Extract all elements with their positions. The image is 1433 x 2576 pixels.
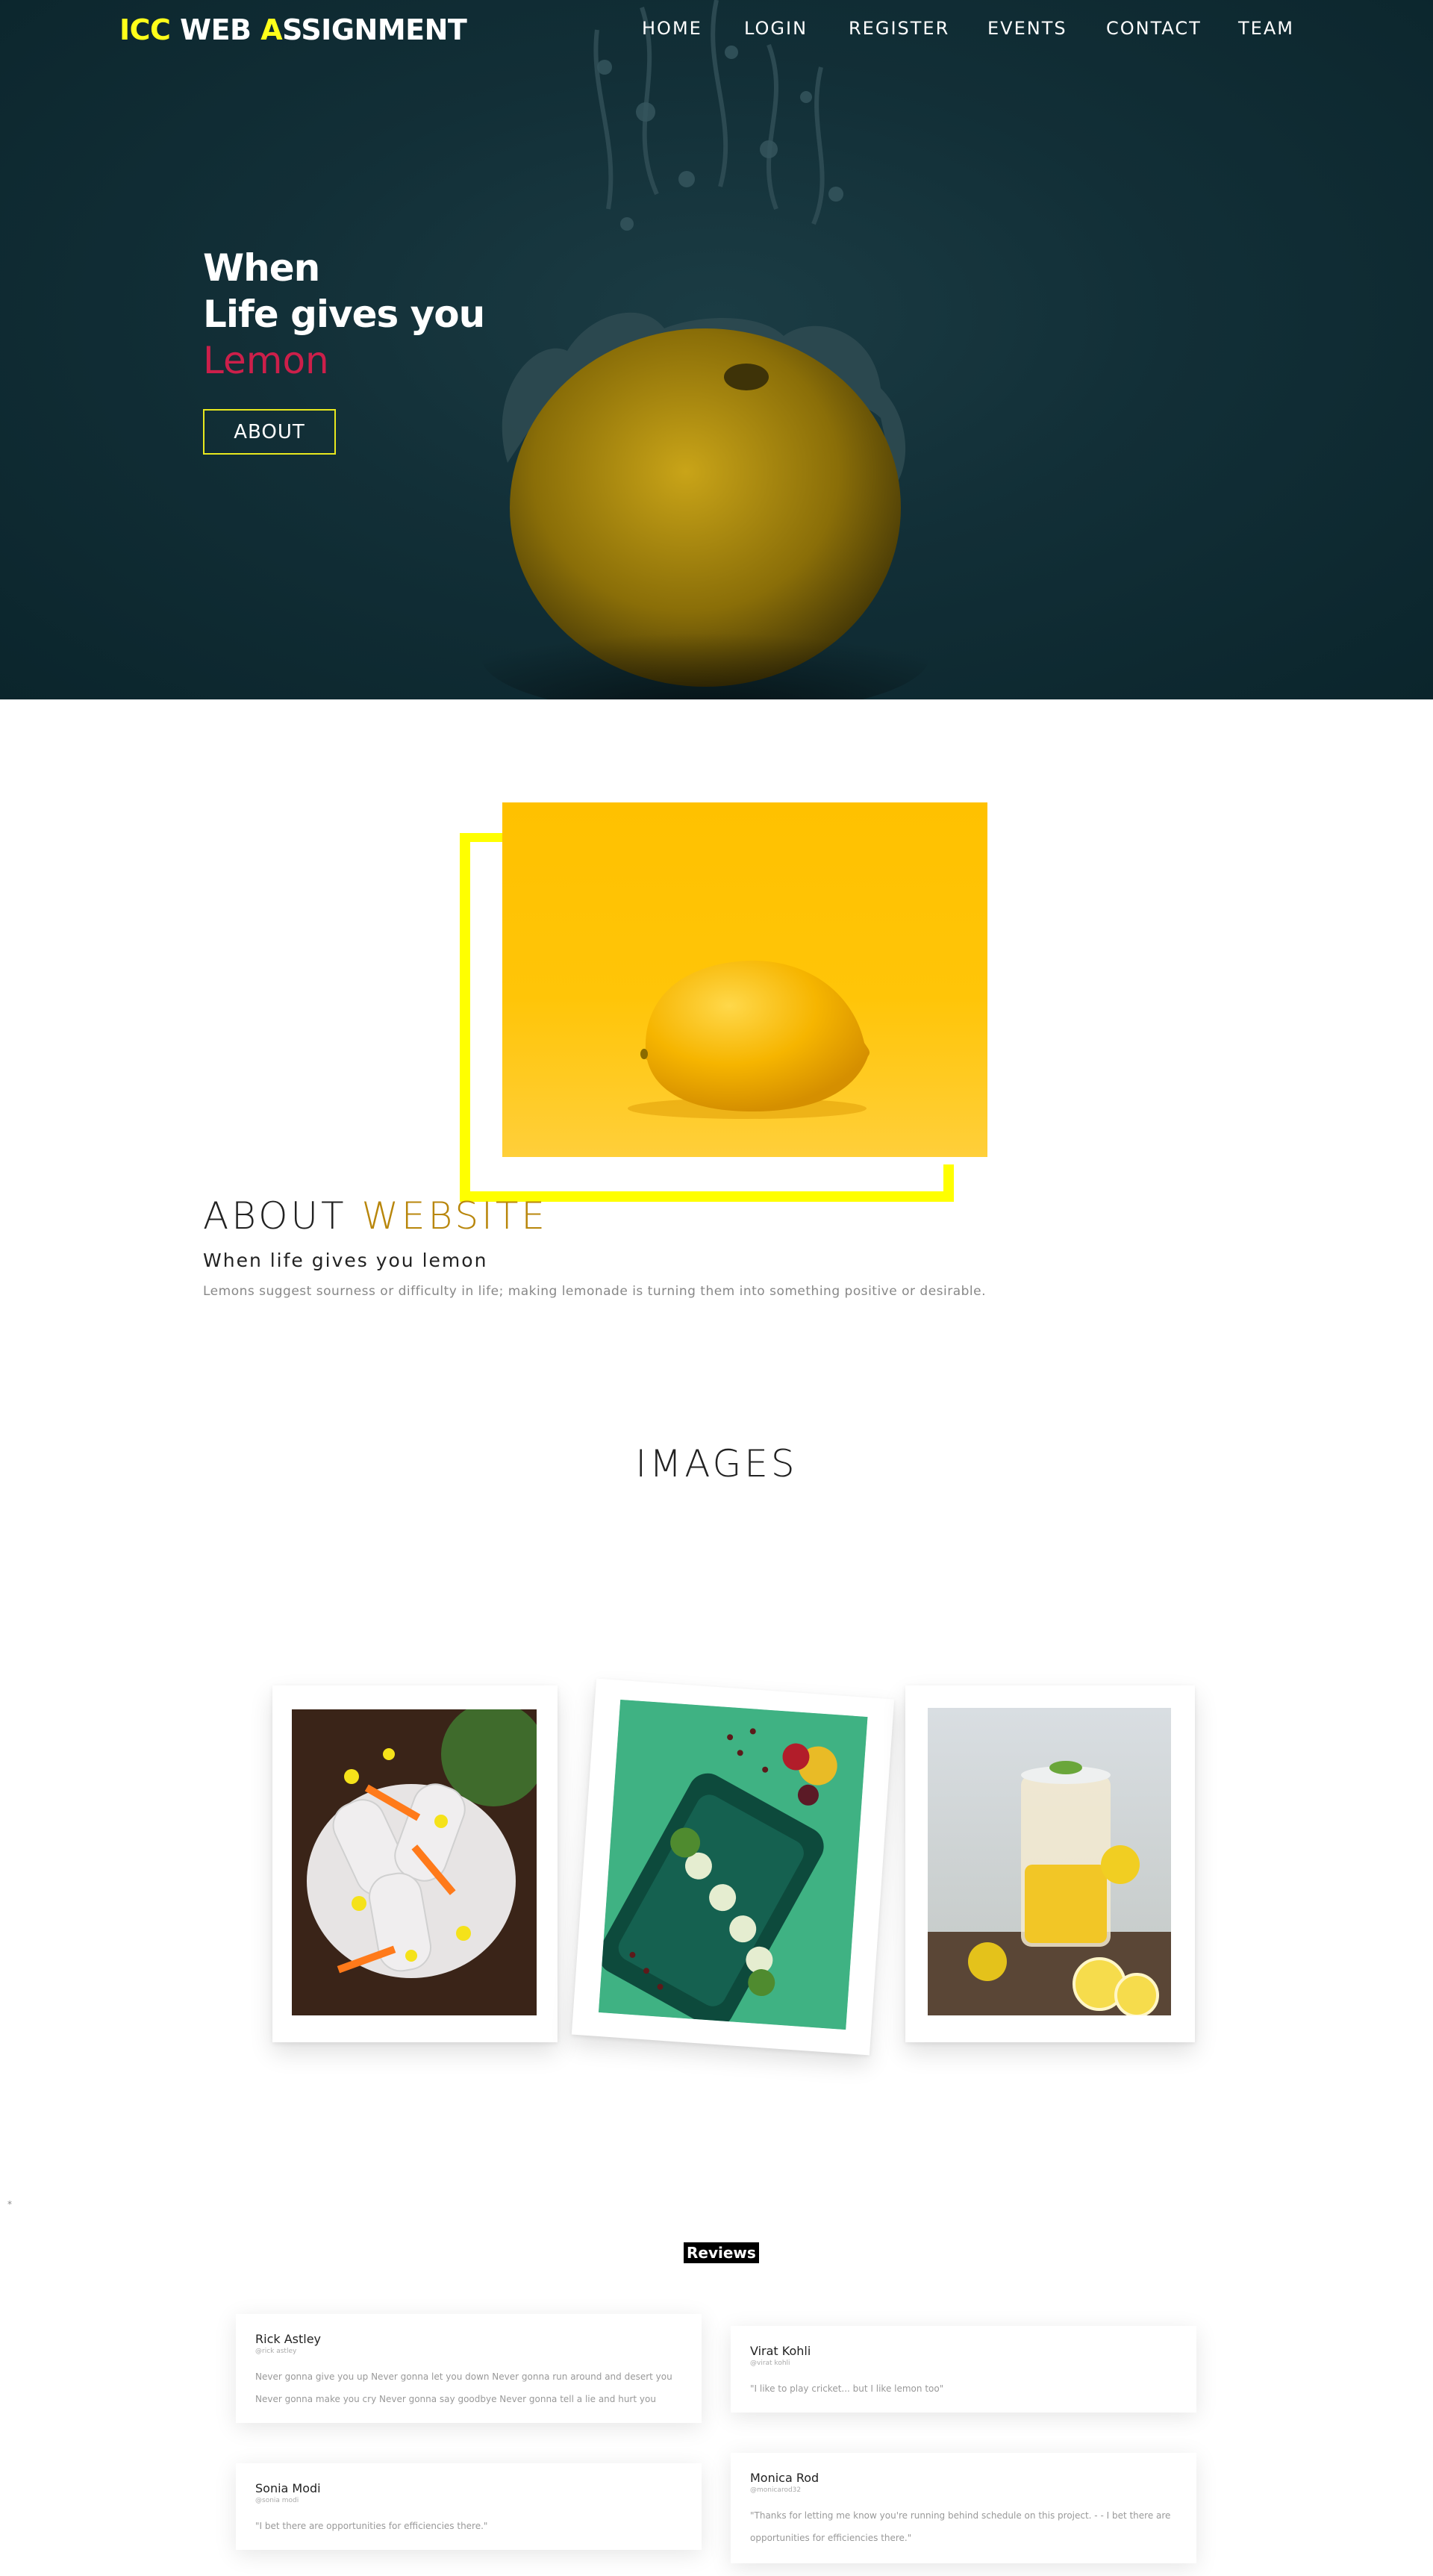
review-author-name: Rick Astley (255, 2332, 322, 2346)
review-author-handle: @sonia modi (255, 2497, 299, 2504)
about-heading-accent: WEBSITE (361, 1194, 548, 1238)
nav-home[interactable]: HOME (642, 18, 702, 39)
hero-section: ICC WEB ASSIGNMENT HOME LOGIN REGISTER E… (0, 0, 1433, 699)
food-tray-image (598, 1699, 868, 2030)
nav-team[interactable]: TEAM (1238, 18, 1294, 39)
review-author-name: Virat Kohli (750, 2344, 811, 2358)
hero-line-2: Life gives you (203, 293, 485, 336)
lemon-illustration (628, 960, 870, 1119)
review-text: "I bet there are opportunities for effic… (255, 2521, 488, 2531)
nav-events[interactable]: EVENTS (987, 18, 1067, 39)
hero-headline: When Life gives you Lemon (203, 245, 485, 384)
review-text: Never gonna give you up Never gonna let … (255, 2371, 672, 2404)
review-author-name: Monica Rod (750, 2471, 819, 2485)
hero-line-3: Lemon (203, 339, 329, 382)
reviews-heading: Reviews (684, 2242, 759, 2263)
about-heading: ABOUT WEBSITE (203, 1194, 548, 1238)
about-lemon-photo (502, 802, 987, 1157)
lemonade-glass-image (928, 1708, 1171, 2015)
review-card: Monica Rod @monicarod32 "Thanks for lett… (731, 2453, 1196, 2563)
nav-login[interactable]: LOGIN (744, 18, 808, 39)
review-card: Virat Kohli @virat kohli "I like to play… (731, 2326, 1196, 2413)
gallery-photo-1[interactable] (272, 1685, 558, 2042)
about-button[interactable]: ABOUT (203, 409, 336, 455)
review-author-handle: @monicarod32 (750, 2486, 802, 2494)
main-nav: HOME LOGIN REGISTER EVENTS CONTACT TEAM (0, 18, 1433, 48)
review-text: "I like to play cricket... but I like le… (750, 2383, 944, 2394)
about-subtitle: When life gives you lemon (203, 1250, 488, 1271)
stray-marker: * (7, 2199, 12, 2209)
nav-register[interactable]: REGISTER (849, 18, 949, 39)
nav-contact[interactable]: CONTACT (1106, 18, 1202, 39)
review-card: Rick Astley @rick astley Never gonna giv… (236, 2314, 702, 2423)
review-card: Sonia Modi @sonia modi "I bet there are … (236, 2463, 702, 2550)
lemon-splash-image (481, 0, 929, 699)
images-heading: IMAGES (635, 1442, 798, 1485)
about-yellow-frame-tip (943, 1164, 954, 1202)
review-author-handle: @virat kohli (750, 2360, 790, 2367)
hero-line-1: When (203, 246, 320, 290)
about-description: Lemons suggest sourness or difficulty in… (203, 1284, 987, 1299)
review-author-name: Sonia Modi (255, 2481, 321, 2495)
gallery-photo-2[interactable] (571, 1678, 895, 2056)
popsicles-image (292, 1709, 537, 2015)
review-text: "Thanks for letting me know you're runni… (750, 2510, 1171, 2543)
about-heading-main: ABOUT (203, 1194, 362, 1238)
gallery-photo-3[interactable] (905, 1685, 1195, 2042)
review-author-handle: @rick astley (255, 2348, 297, 2355)
